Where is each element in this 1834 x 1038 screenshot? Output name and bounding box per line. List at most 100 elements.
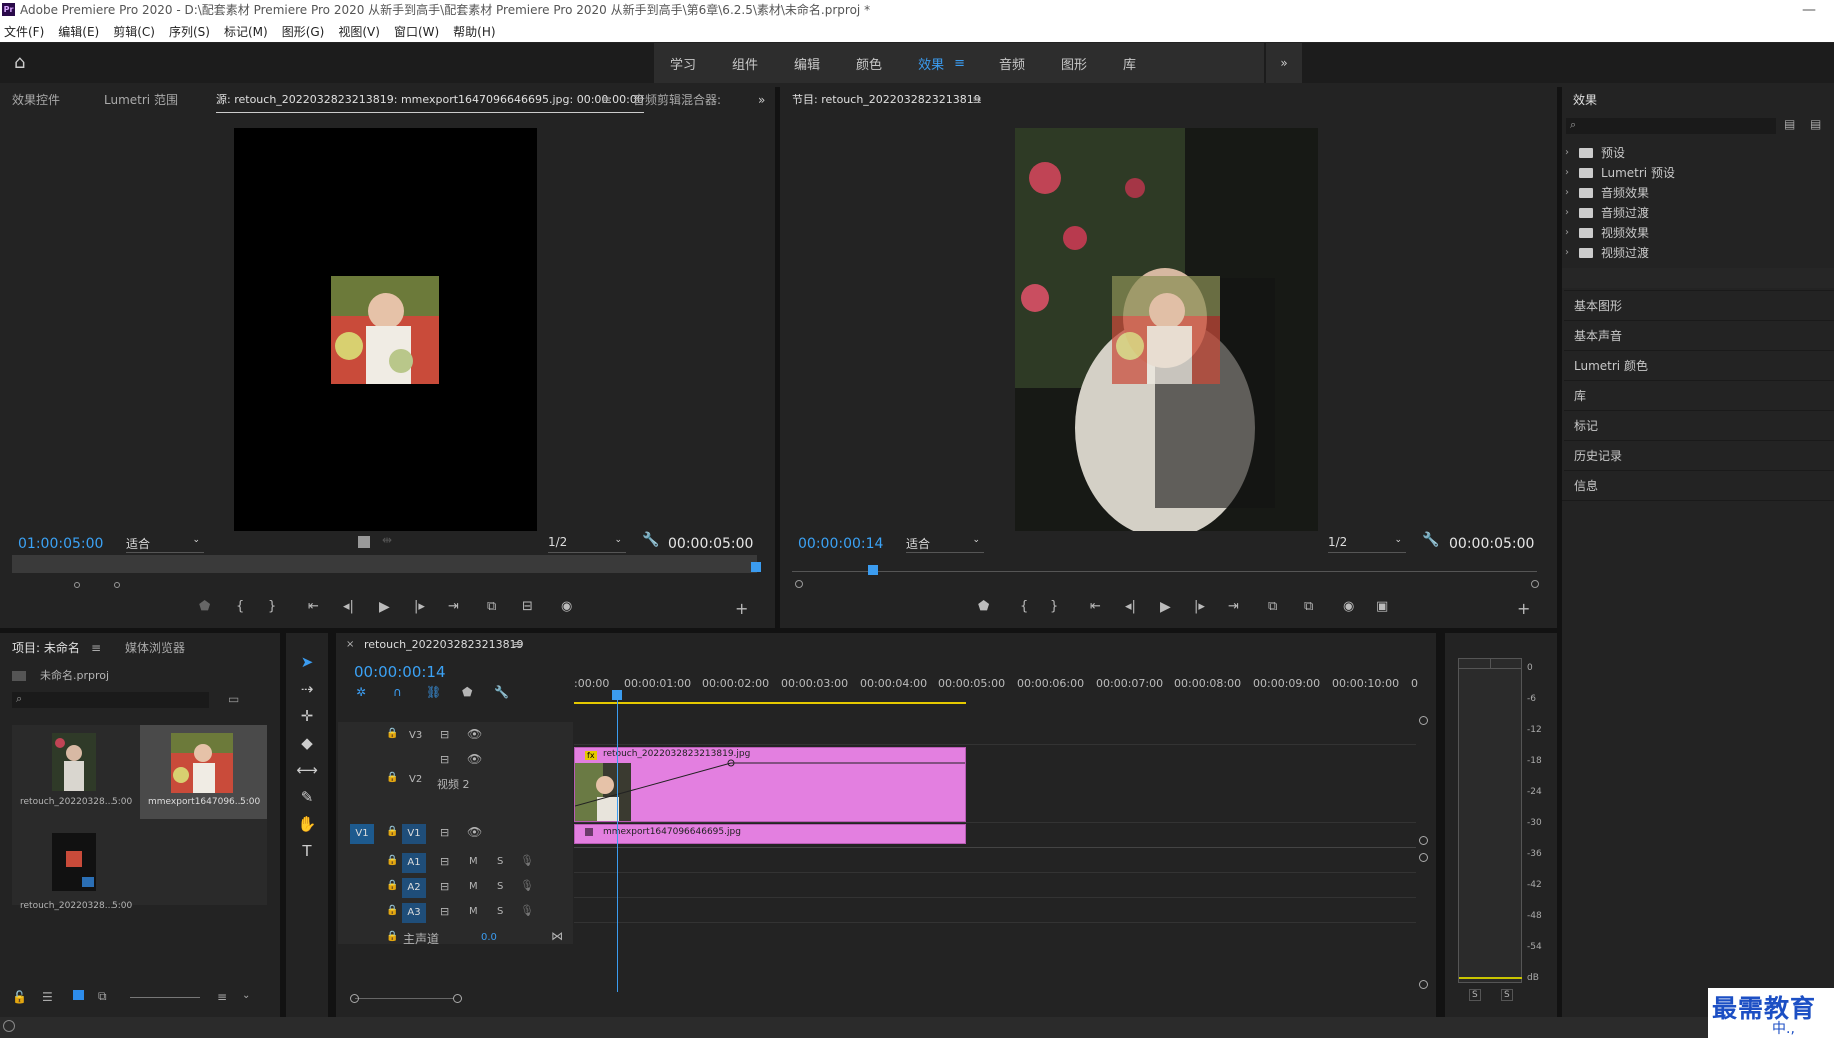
sync-lock-icon[interactable]: ⊟ [440, 880, 449, 893]
mute-button[interactable]: M [469, 881, 478, 892]
effects-item-video-transitions[interactable]: › 视频过渡 [1565, 243, 1649, 262]
add-button-icon[interactable]: + [735, 599, 748, 618]
sort-icon[interactable]: ≡ [217, 990, 227, 1004]
effects-title[interactable]: 效果 [1573, 87, 1597, 113]
microphone-icon[interactable]: 🎙 [520, 879, 534, 892]
source-patch-v1[interactable]: V1 [350, 824, 374, 844]
ripple-edit-tool-icon[interactable]: ✛ [293, 704, 321, 728]
sequence-menu-icon[interactable]: ≡ [513, 638, 522, 651]
timeline-timecode[interactable]: 00:00:00:14 [354, 663, 446, 681]
track-v1-target[interactable]: V1 [402, 824, 426, 844]
microphone-icon[interactable]: 🎙 [520, 854, 534, 867]
source-menu-icon[interactable]: ≡ [601, 87, 611, 113]
overwrite-icon[interactable]: ⊟ [522, 599, 533, 614]
mark-out-icon[interactable]: } [1050, 599, 1058, 614]
lock-icon[interactable]: 🔒 [386, 931, 398, 942]
zoom-handle-right[interactable] [1531, 580, 1539, 588]
snap-icon[interactable]: ∩ [393, 685, 402, 699]
program-title[interactable]: 节目: retouch_2022032823213819 [792, 87, 981, 113]
solo-button[interactable]: S [497, 881, 503, 892]
wrench-icon[interactable]: 🔧 [1422, 532, 1439, 548]
lift-icon[interactable]: ⧉ [1268, 599, 1277, 614]
project-menu-icon[interactable]: ≡ [91, 635, 101, 661]
list-view-icon[interactable]: ☰ [42, 990, 53, 1004]
effects-item-presets[interactable]: › 预设 [1565, 143, 1625, 162]
timeline-playhead-handle[interactable] [612, 690, 622, 700]
pen-tool-icon[interactable]: ✎ [293, 785, 321, 809]
mark-in-icon[interactable]: { [236, 599, 244, 614]
export-frame-icon[interactable]: ◉ [1343, 599, 1354, 614]
type-tool-icon[interactable]: T [293, 839, 321, 863]
program-playhead-timecode[interactable]: 00:00:00:14 [798, 536, 883, 552]
eye-icon[interactable]: 👁 [467, 752, 482, 766]
extract-icon[interactable]: ⧉ [1304, 599, 1313, 614]
linked-selection-icon[interactable]: ⛓ [426, 685, 441, 699]
source-playhead[interactable] [751, 562, 761, 572]
play-icon[interactable]: ▶ [379, 599, 390, 615]
step-back-icon[interactable]: ◂| [1125, 599, 1136, 614]
vertical-zoom-handle[interactable] [1419, 980, 1428, 989]
lock-icon[interactable]: 🔒 [386, 905, 398, 916]
tab-media-browser[interactable]: 媒体浏览器 [125, 635, 185, 661]
add-marker-icon[interactable]: ⬟ [462, 685, 472, 699]
panel-essential-sound[interactable]: 基本声音 [1564, 320, 1834, 350]
solo-right-button[interactable]: S [1501, 989, 1513, 1001]
add-marker-icon[interactable]: ⬟ [199, 599, 210, 614]
wrench-icon[interactable]: 🔧 [642, 532, 659, 548]
export-frame-icon[interactable]: ◉ [561, 599, 572, 614]
solo-left-button[interactable]: S [1469, 989, 1481, 1001]
tab-lumetri-scopes[interactable]: Lumetri 范围 [104, 87, 178, 113]
tab-audio-clip-mixer[interactable]: 音频剪辑混合器: [633, 87, 721, 113]
project-search-input[interactable]: ⌕ [12, 692, 209, 708]
close-icon[interactable]: × [346, 639, 354, 650]
freeform-view-icon[interactable]: ⧉ [98, 989, 107, 1004]
panel-divider[interactable] [328, 633, 336, 1017]
vertical-zoom-handle[interactable] [1419, 716, 1428, 725]
menu-edit[interactable]: 编辑(E) [58, 23, 99, 40]
source-resolution-dropdown[interactable]: 1/2 ⌄ [548, 535, 626, 553]
zoom-handle-left[interactable] [74, 582, 80, 588]
lock-icon[interactable]: 🔒 [386, 826, 398, 837]
panel-overflow-icon[interactable]: » [758, 87, 765, 113]
program-playhead[interactable] [868, 565, 878, 575]
source-fit-dropdown[interactable]: 适合 ⌄ [126, 535, 204, 553]
menu-file[interactable]: 文件(F) [4, 23, 44, 40]
nest-icon[interactable]: ✲ [356, 685, 366, 699]
work-area-bar[interactable] [574, 702, 966, 704]
sync-lock-icon[interactable]: ⊟ [440, 855, 449, 868]
tab-effect-controls[interactable]: 效果控件 [12, 87, 60, 113]
zoom-handle-right[interactable] [114, 582, 120, 588]
wrench-icon[interactable]: 🔧 [494, 685, 509, 699]
program-fit-dropdown[interactable]: 适合 ⌄ [906, 535, 984, 553]
go-to-out-icon[interactable]: ⇥ [448, 599, 459, 614]
minimize-button[interactable]: — [1802, 0, 1816, 20]
menu-graphics[interactable]: 图形(G) [282, 23, 325, 40]
menu-marker[interactable]: 标记(M) [224, 23, 268, 40]
slip-tool-icon[interactable]: ⟷ [293, 758, 321, 782]
project-item-selected[interactable]: mmexport1647096... 5:00 [140, 725, 267, 819]
comparison-view-icon[interactable]: ▣ [1376, 599, 1388, 614]
effects-item-audio-effects[interactable]: › 音频效果 [1565, 183, 1649, 202]
ws-tab-color[interactable]: 颜色 [856, 54, 882, 73]
program-menu-icon[interactable]: ≡ [972, 87, 982, 113]
go-to-in-icon[interactable]: ⇤ [1090, 599, 1101, 614]
new-preset-bin-icon[interactable]: ▤ [1810, 117, 1821, 131]
track-a1-target[interactable]: A1 [402, 853, 426, 873]
sync-lock-icon[interactable]: ⊟ [440, 826, 449, 839]
menu-help[interactable]: 帮助(H) [453, 23, 495, 40]
effects-search-input[interactable]: ⌕ [1566, 118, 1776, 134]
panel-lumetri-color[interactable]: Lumetri 颜色 [1564, 350, 1834, 380]
panel-divider[interactable] [1436, 633, 1445, 1017]
lock-icon[interactable]: 🔒 [386, 855, 398, 866]
ws-tab-assembly[interactable]: 组件 [732, 54, 758, 73]
sync-lock-icon[interactable]: ⊟ [440, 905, 449, 918]
timeline-clip-v2[interactable]: fx retouch_2022032823213819.jpg [574, 747, 966, 822]
eye-icon[interactable]: 👁 [467, 825, 482, 839]
lock-icon[interactable]: 🔒 [386, 728, 398, 739]
hand-tool-icon[interactable]: ✋ [293, 812, 321, 836]
program-resolution-dropdown[interactable]: 1/2 ⌄ [1328, 535, 1406, 553]
ws-tab-effects[interactable]: 效果 [918, 54, 944, 73]
ws-overflow-button[interactable]: » [1266, 43, 1302, 83]
vertical-zoom-handle[interactable] [1419, 853, 1428, 862]
menu-clip[interactable]: 剪辑(C) [113, 23, 155, 40]
